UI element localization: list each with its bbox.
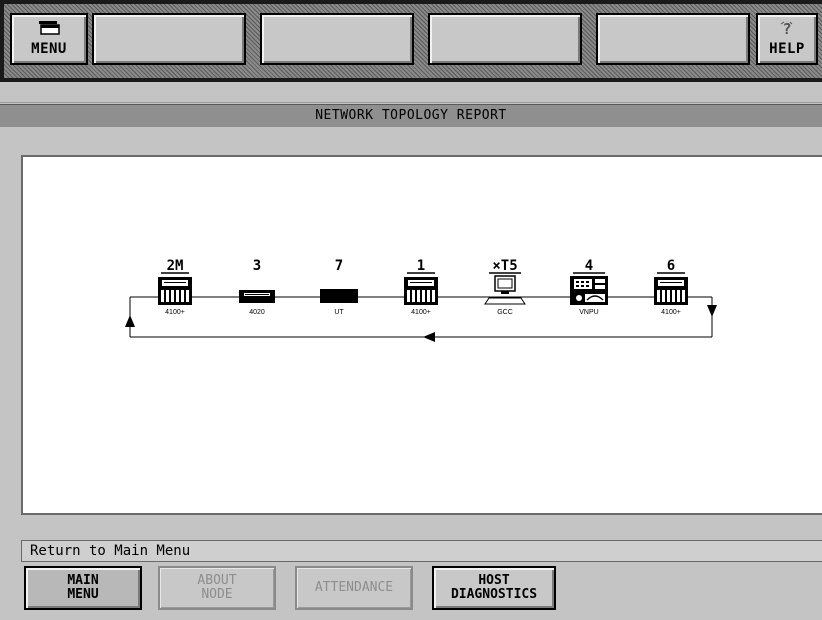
top-toolbar: MENU ? HELP: [0, 0, 822, 82]
node-type: 4100+: [661, 309, 681, 316]
report-title-bar: NETWORK TOPOLOGY REPORT: [0, 104, 822, 128]
menu-button[interactable]: MENU: [10, 13, 88, 65]
menu-icon: [38, 20, 60, 40]
node-type: GCC: [497, 309, 513, 316]
toolbar-slot-3[interactable]: [428, 13, 582, 65]
node-type: 4100+: [165, 309, 185, 316]
node-1[interactable]: 1 4100+: [404, 258, 438, 316]
help-label: HELP: [769, 41, 805, 57]
toolbar-slot-2[interactable]: [260, 13, 414, 65]
main-menu-button[interactable]: MAIN MENU: [24, 566, 142, 610]
node-type: 4100+: [411, 309, 431, 316]
node-2m[interactable]: 2M 4100+: [158, 258, 192, 316]
help-button[interactable]: ? HELP: [756, 13, 818, 65]
node-id: 4: [585, 258, 593, 274]
spacer-strip: [0, 82, 822, 103]
toolbar-slot-4[interactable]: [596, 13, 750, 65]
node-id: 7: [335, 258, 343, 274]
vnpu-icon: [570, 276, 608, 305]
node-type: 4020: [249, 309, 265, 316]
menu-label: MENU: [31, 41, 67, 57]
attendance-button[interactable]: ATTENDANCE: [295, 566, 413, 610]
arrow-left-icon: [423, 332, 435, 342]
status-text: Return to Main Menu: [30, 543, 191, 559]
help-icon: ?: [778, 20, 796, 42]
node-id: ×T5: [492, 258, 517, 274]
arrow-up-icon: [125, 315, 135, 327]
arrow-down-icon: [707, 305, 717, 317]
node-id: 2M: [167, 258, 184, 274]
node-id: 3: [253, 258, 261, 274]
node-7[interactable]: 7 UT: [320, 258, 358, 316]
spacer-strip-2: [0, 127, 822, 153]
ut-icon: [320, 289, 358, 303]
node-id: 1: [417, 258, 425, 274]
node-3[interactable]: 3 4020: [239, 258, 275, 316]
page-title: NETWORK TOPOLOGY REPORT: [315, 108, 507, 123]
status-bar: Return to Main Menu: [21, 540, 822, 562]
about-node-button[interactable]: ABOUT NODE: [158, 566, 276, 610]
node-type: UT: [334, 309, 344, 316]
computer-icon: [484, 275, 526, 305]
node-6[interactable]: 6 4100+: [654, 258, 688, 316]
node-type: VNPU: [579, 309, 598, 316]
toolbar-slot-1[interactable]: [92, 13, 246, 65]
host-diagnostics-button[interactable]: HOST DIAGNOSTICS: [432, 566, 556, 610]
panel-4020-icon: [239, 290, 275, 303]
topology-canvas: 2M 4100+ 3 4020 7 UT 1 4100+ ×T5 GCC 4 V…: [21, 155, 822, 515]
node-id: 6: [667, 258, 675, 274]
topology-diagram: 2M 4100+ 3 4020 7 UT 1 4100+ ×T5 GCC 4 V…: [125, 258, 717, 342]
node-t5[interactable]: ×T5 GCC: [484, 258, 526, 316]
node-4[interactable]: 4 VNPU: [570, 258, 608, 316]
